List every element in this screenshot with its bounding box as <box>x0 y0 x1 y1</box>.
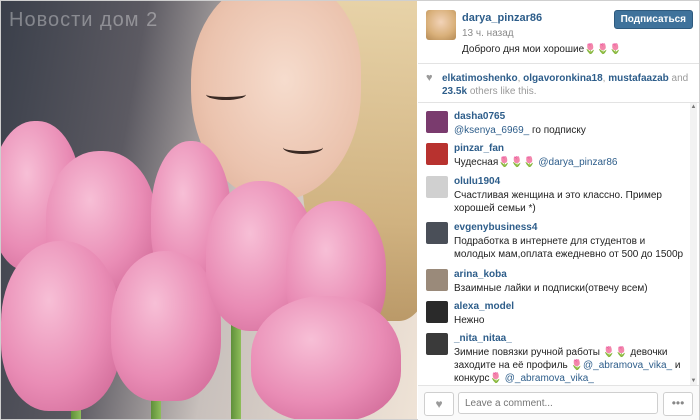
comment-body: Чудесная🌷🌷🌷 <box>454 157 539 168</box>
likes-and: and <box>671 73 689 84</box>
comment-username[interactable]: olulu1904 <box>454 176 500 187</box>
likes-count[interactable]: 23.5k <box>442 86 467 97</box>
more-options-button[interactable]: ••• <box>663 392 693 416</box>
comment-username[interactable]: _nita_nitaa_ <box>454 333 512 344</box>
liker-link[interactable]: olgavoronkina18 <box>523 73 602 84</box>
comment-avatar[interactable] <box>426 269 448 291</box>
comment-username[interactable]: pinzar_fan <box>454 143 504 154</box>
comment-text: Зимние повязки ручной работы 🌷🌷 девочки … <box>454 346 686 385</box>
liker-link[interactable]: elkatimoshenko <box>442 73 518 84</box>
comment-text: Нежно <box>454 315 485 326</box>
more-icon: ••• <box>671 396 685 410</box>
post-panel: darya_pinzar86 13 ч. назад Доброго дня м… <box>418 1 699 420</box>
post-header: darya_pinzar86 13 ч. назад Доброго дня м… <box>418 1 699 64</box>
photo-watermark: Новости дом 2 <box>9 9 159 31</box>
comment-body: го подписку <box>529 125 586 136</box>
comment-avatar[interactable] <box>426 301 448 323</box>
comment-mention[interactable]: @_abramova_vika_ <box>583 360 672 371</box>
comment-text: Взаимные лайки и подписки(отвечу всем) <box>454 283 648 294</box>
comments-scrollbar[interactable] <box>690 103 697 385</box>
post-timestamp[interactable]: 13 ч. назад <box>462 28 514 39</box>
likes-suffix: others like this. <box>469 86 537 97</box>
comment-input[interactable] <box>458 392 658 414</box>
post-username[interactable]: darya_pinzar86 <box>462 12 542 24</box>
liker-link[interactable]: mustafaazab <box>608 73 669 84</box>
comment-avatar[interactable] <box>426 176 448 198</box>
post-photo[interactable]: Новости дом 2 <box>1 1 417 419</box>
heart-icon: ♥ <box>426 72 433 84</box>
heart-icon: ♥ <box>435 397 443 411</box>
photo-eye <box>283 141 323 154</box>
likes-summary: ♥ elkatimoshenko, olgavoronkina18, musta… <box>418 64 699 103</box>
comment-username[interactable]: dasha0765 <box>454 111 505 122</box>
comment-username[interactable]: evgenybusiness4 <box>454 222 537 233</box>
avatar[interactable] <box>426 10 456 40</box>
comment-username[interactable]: alexa_model <box>454 301 514 312</box>
comment-avatar[interactable] <box>426 111 448 133</box>
comments-list[interactable]: dasha0765 @ksenya_6969_ го подписку pinz… <box>418 103 690 385</box>
comment-text: Счастливая женщина и это классно. Пример… <box>454 190 662 214</box>
comment-text: Подработка в интернете для студентов и м… <box>454 236 684 260</box>
comment-mention[interactable]: @darya_pinzar86 <box>538 157 617 168</box>
tulip <box>1 241 121 411</box>
comment-mention[interactable]: @_abramova_vika_ <box>505 373 594 384</box>
scroll-down-icon[interactable]: ▼ <box>690 377 697 385</box>
photo-eye <box>206 89 246 100</box>
comment-text: Чудесная🌷🌷🌷 @darya_pinzar86 <box>454 156 686 169</box>
post-caption: Доброго дня мои хорошие🌷🌷🌷 <box>462 44 622 55</box>
comment-bar: ♥ ••• <box>418 385 699 420</box>
like-button[interactable]: ♥ <box>424 392 454 416</box>
tulip <box>111 251 221 401</box>
comment-avatar[interactable] <box>426 222 448 244</box>
comment-username[interactable]: arina_koba <box>454 269 507 280</box>
comment-avatar[interactable] <box>426 333 448 355</box>
comment-avatar[interactable] <box>426 143 448 165</box>
comment-mention[interactable]: @ksenya_6969_ <box>454 125 529 136</box>
scroll-up-icon[interactable]: ▲ <box>690 103 697 111</box>
comment-text: @ksenya_6969_ го подписку <box>454 124 686 137</box>
likes-text: elkatimoshenko, olgavoronkina18, mustafa… <box>442 73 689 97</box>
tulip <box>251 296 401 419</box>
follow-button[interactable]: Подписаться <box>613 10 693 29</box>
